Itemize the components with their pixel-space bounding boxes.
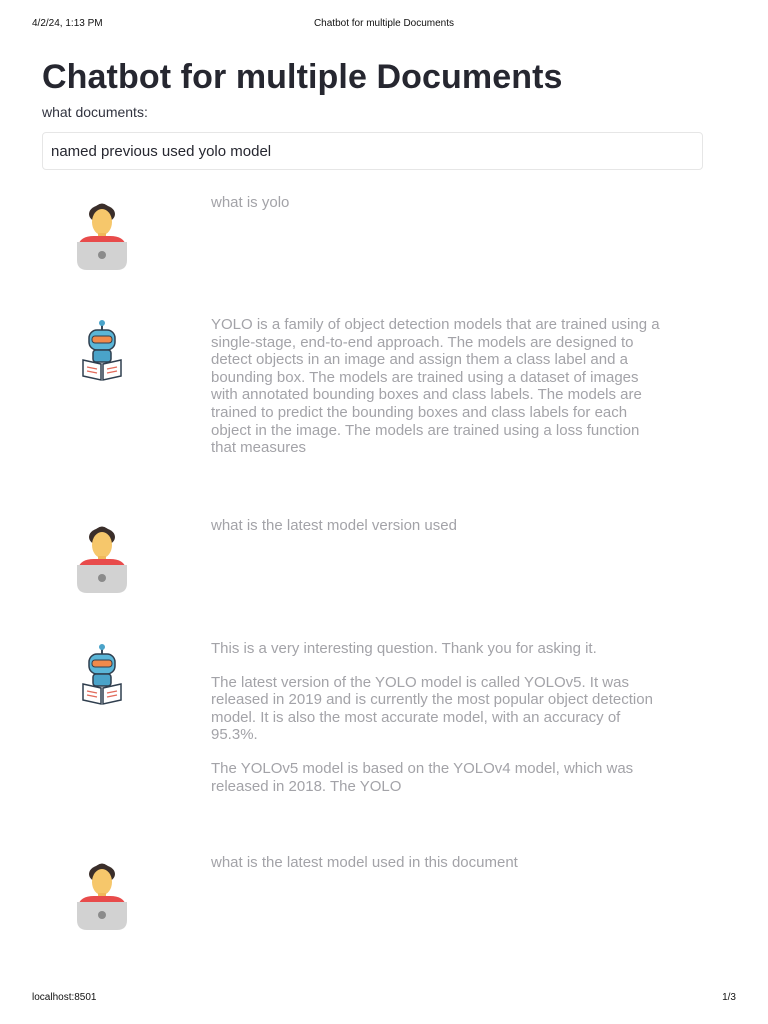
- user-avatar-icon: [77, 863, 127, 930]
- chat-message-text: This is a very interesting question. Tha…: [211, 640, 661, 795]
- chat-message-paragraph: The YOLOv5 model is based on the YOLOv4 …: [211, 759, 634, 795]
- print-header: 4/2/24, 1:13 PM Chatbot for multiple Doc…: [32, 18, 736, 32]
- chat-message-paragraph: what is the latest model used in this do…: [211, 854, 518, 871]
- robot-avatar-icon: [82, 320, 122, 381]
- chat-message-text: YOLO is a family of object detection mod…: [211, 316, 661, 457]
- robot-avatar-icon: [82, 644, 122, 705]
- chat-message-paragraph: what is yolo: [211, 194, 290, 211]
- chat-message-text: what is the latest model version used: [211, 517, 661, 535]
- chat-message-text: what is yolo: [211, 194, 661, 212]
- print-footer: localhost:8501 1/3: [32, 992, 736, 1006]
- print-document-title: Chatbot for multiple Documents: [313, 18, 455, 29]
- documents-input[interactable]: [42, 132, 703, 170]
- documents-input-label: what documents:: [42, 104, 148, 120]
- chat-message-paragraph: what is the latest model version used: [211, 517, 457, 534]
- chat-message-text: what is the latest model used in this do…: [211, 854, 661, 872]
- chat-message-paragraph: The latest version of the YOLO model is …: [211, 673, 653, 744]
- user-avatar-icon: [77, 526, 127, 593]
- page-title: Chatbot for multiple Documents: [42, 58, 563, 96]
- chat-message-paragraph: This is a very interesting question. Tha…: [211, 640, 597, 657]
- print-url: localhost:8501: [32, 992, 97, 1003]
- user-avatar-icon: [77, 203, 127, 270]
- print-page-number: 1/3: [722, 992, 736, 1003]
- chat-message-paragraph: YOLO is a family of object detection mod…: [211, 316, 660, 457]
